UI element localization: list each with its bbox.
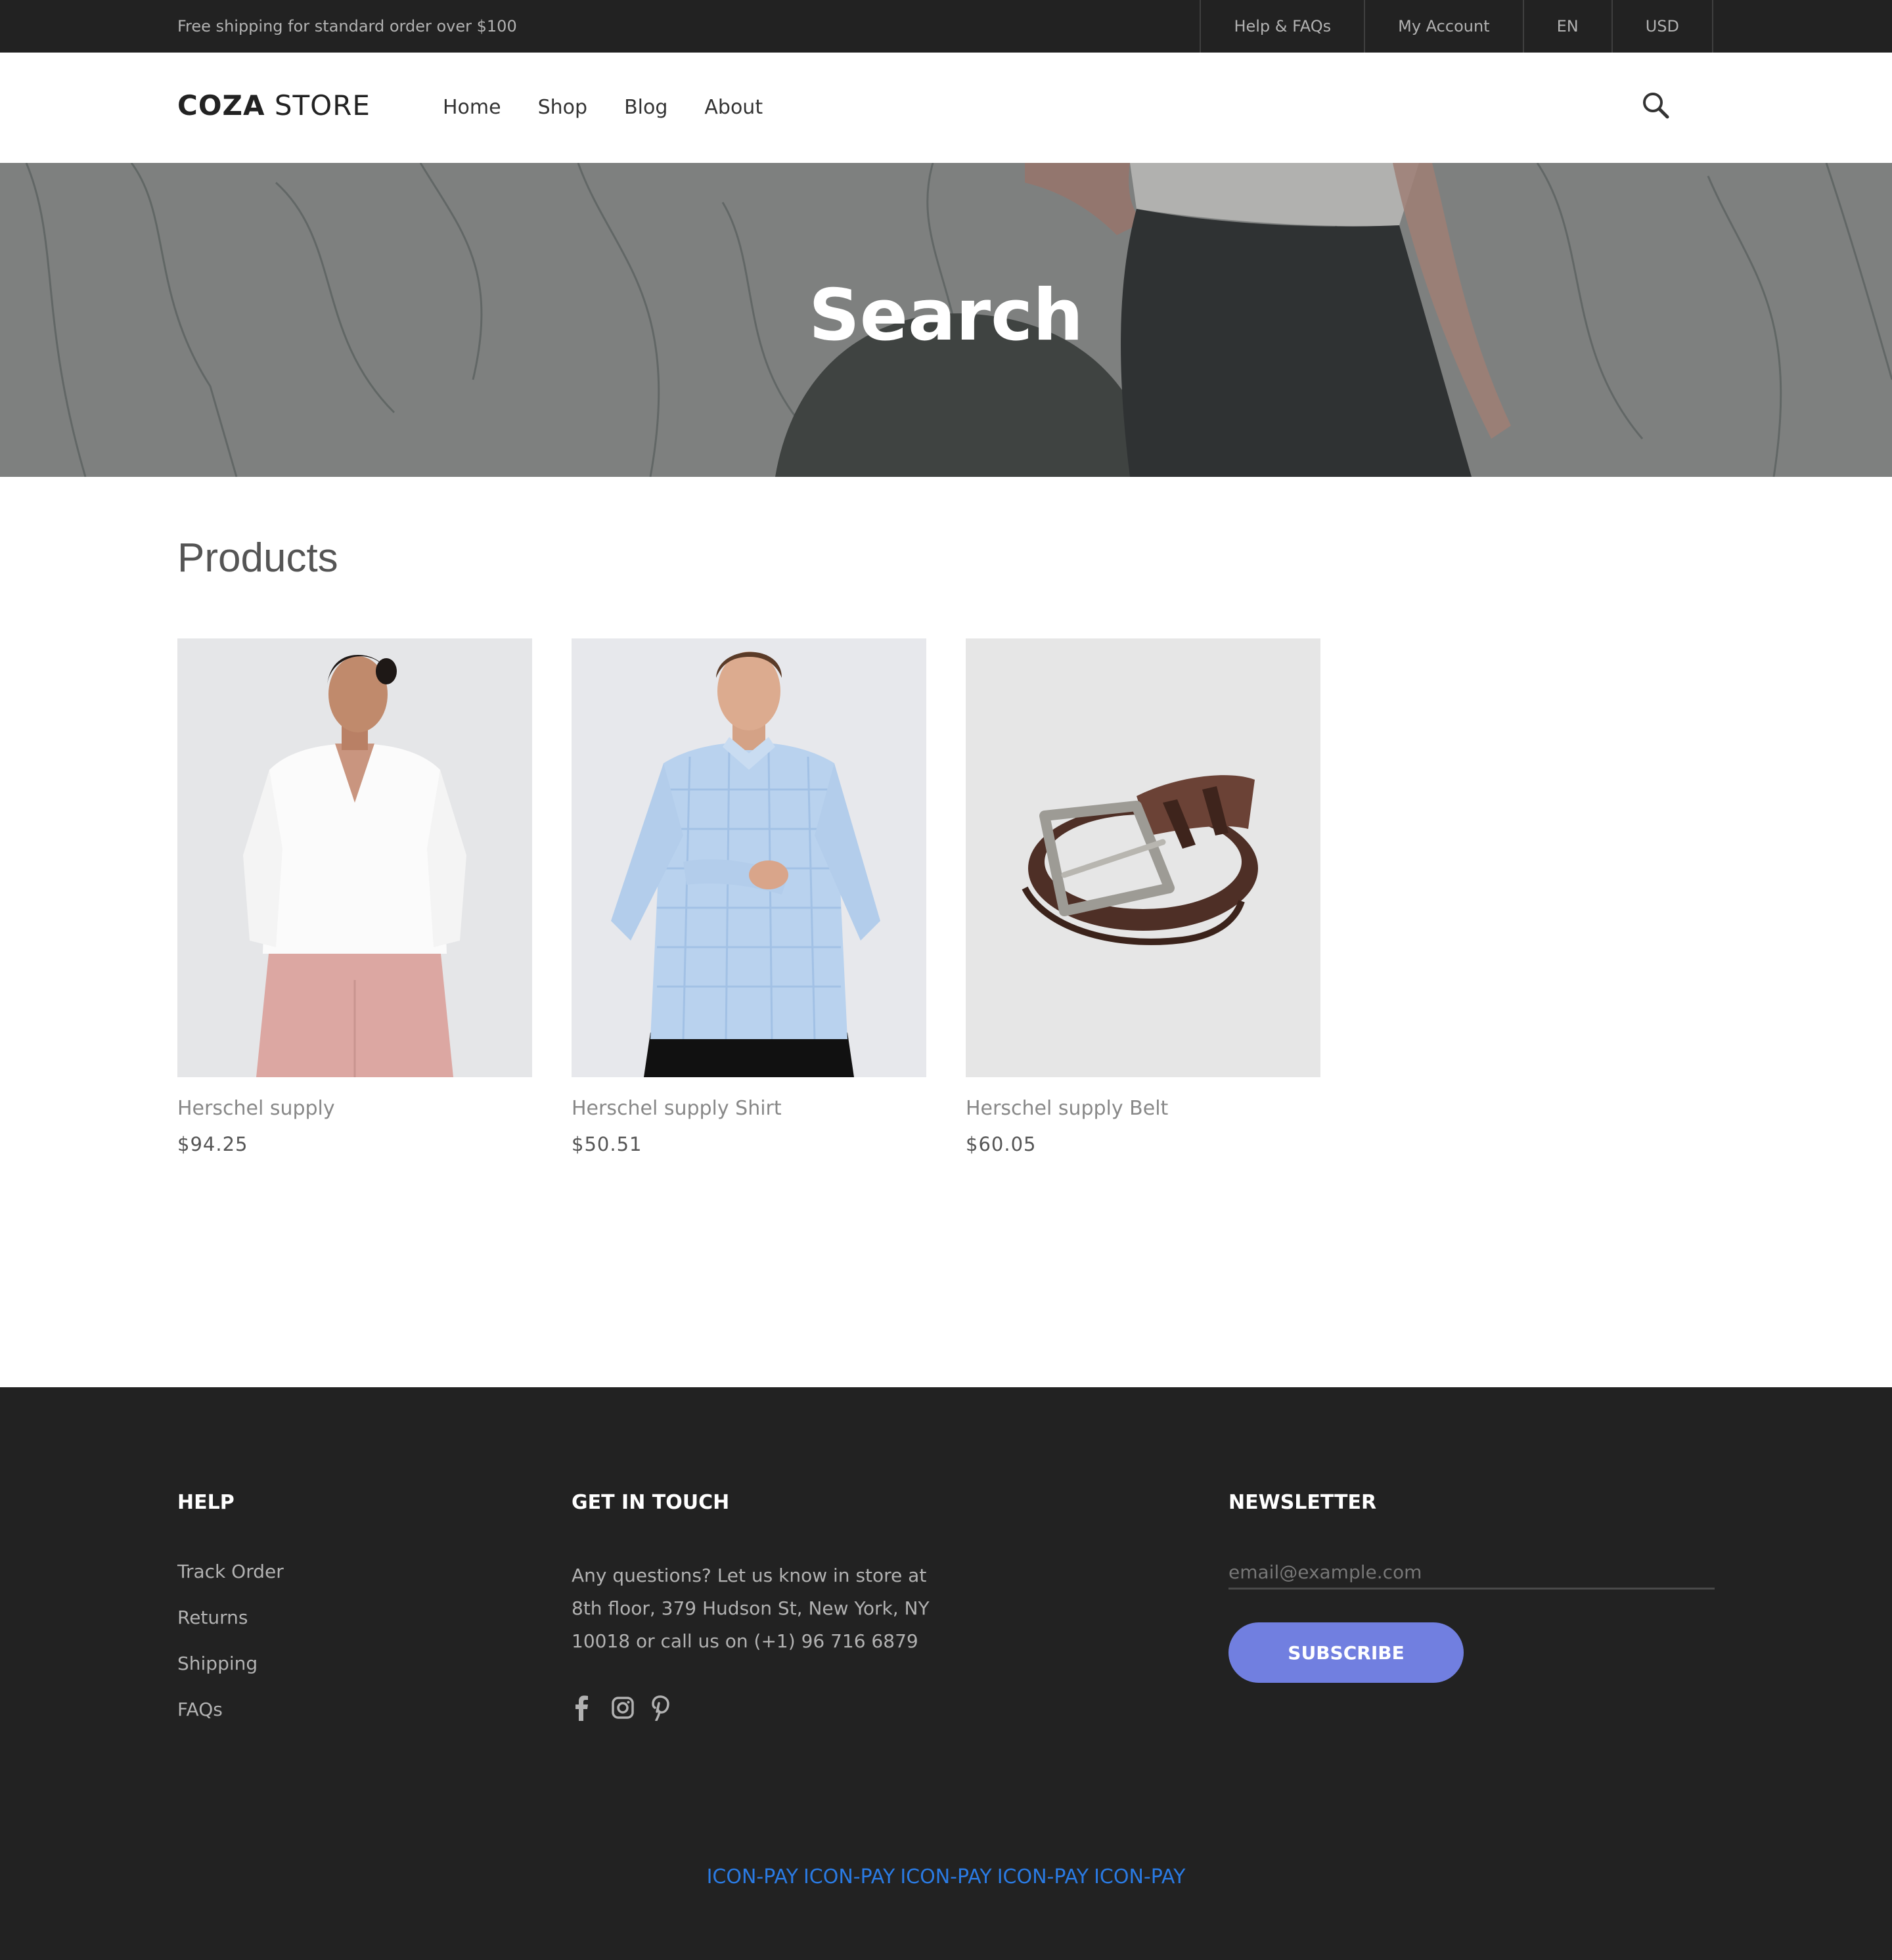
newsletter-email-input[interactable] xyxy=(1228,1557,1715,1590)
product-image-woman-blouse[interactable] xyxy=(177,638,532,1077)
instagram-icon[interactable] xyxy=(611,1695,634,1721)
footer-help-list: Track Order Returns Shipping FAQs xyxy=(177,1561,284,1745)
help-faqs-link[interactable]: Help & FAQs xyxy=(1200,0,1364,53)
product-image-man-shirt[interactable] xyxy=(572,638,926,1077)
social-links xyxy=(572,1695,671,1722)
payment-icon[interactable]: ICON-PAY xyxy=(803,1865,895,1888)
product-price: $94.25 xyxy=(177,1133,248,1155)
currency-selector[interactable]: USD xyxy=(1611,0,1713,53)
payment-icon[interactable]: ICON-PAY xyxy=(1094,1865,1185,1888)
payment-icon[interactable]: ICON-PAY xyxy=(707,1865,798,1888)
payment-icons: ICON-PAY ICON-PAY ICON-PAY ICON-PAY ICON-PAY xyxy=(0,1865,1892,1888)
product-price: $50.51 xyxy=(572,1133,642,1155)
footer-newsletter-title: NEWSLETTER xyxy=(1228,1491,1377,1514)
payment-icon[interactable]: ICON-PAY xyxy=(997,1865,1089,1888)
product-card[interactable]: Herschel supply $94.25 xyxy=(177,638,532,1155)
my-account-link[interactable]: My Account xyxy=(1364,0,1522,53)
product-image-belt[interactable] xyxy=(966,638,1320,1077)
product-card[interactable]: Herschel supply Belt $60.05 xyxy=(966,638,1320,1155)
main-header: COZA STORE Home Shop Blog About xyxy=(0,53,1892,163)
footer-contact-title: GET IN TOUCH xyxy=(572,1491,730,1514)
top-bar: Free shipping for standard order over $1… xyxy=(0,0,1892,53)
product-price: $60.05 xyxy=(966,1133,1037,1155)
nav-home[interactable]: Home xyxy=(443,96,501,119)
language-selector[interactable]: EN xyxy=(1522,0,1611,53)
nav-about[interactable]: About xyxy=(704,96,763,119)
products-heading: Products xyxy=(177,535,338,581)
nav-shop[interactable]: Shop xyxy=(538,96,587,119)
footer-link-returns[interactable]: Returns xyxy=(177,1607,284,1653)
logo-bold-text: COZA xyxy=(177,89,265,122)
pinterest-icon[interactable] xyxy=(650,1695,671,1722)
footer-link-faqs[interactable]: FAQs xyxy=(177,1699,284,1745)
product-name[interactable]: Herschel supply Shirt xyxy=(572,1097,926,1120)
logo-light-text: STORE xyxy=(265,89,371,122)
page-title: Search xyxy=(808,275,1084,357)
subscribe-button[interactable]: SUBSCRIBE xyxy=(1228,1622,1464,1683)
payment-icon[interactable]: ICON-PAY xyxy=(900,1865,991,1888)
contact-text: Any questions? Let us know in store at 8… xyxy=(572,1565,930,1652)
search-icon[interactable] xyxy=(1640,89,1673,122)
shipping-promo: Free shipping for standard order over $1… xyxy=(177,17,517,35)
main-nav: Home Shop Blog About xyxy=(443,96,763,119)
hero-banner: Search xyxy=(0,163,1892,477)
product-name[interactable]: Herschel supply Belt xyxy=(966,1097,1320,1120)
footer-link-shipping[interactable]: Shipping xyxy=(177,1653,284,1699)
top-bar-links: Help & FAQs My Account EN USD xyxy=(1200,0,1713,53)
footer: HELP Track Order Returns Shipping FAQs G… xyxy=(0,1387,1892,1960)
footer-link-track-order[interactable]: Track Order xyxy=(177,1561,284,1607)
footer-help-title: HELP xyxy=(177,1491,235,1514)
facebook-icon[interactable] xyxy=(572,1695,593,1721)
logo[interactable]: COZA STORE xyxy=(177,89,371,122)
nav-blog[interactable]: Blog xyxy=(624,96,667,119)
product-card[interactable]: Herschel supply Shirt $50.51 xyxy=(572,638,926,1155)
product-name[interactable]: Herschel supply xyxy=(177,1097,532,1120)
